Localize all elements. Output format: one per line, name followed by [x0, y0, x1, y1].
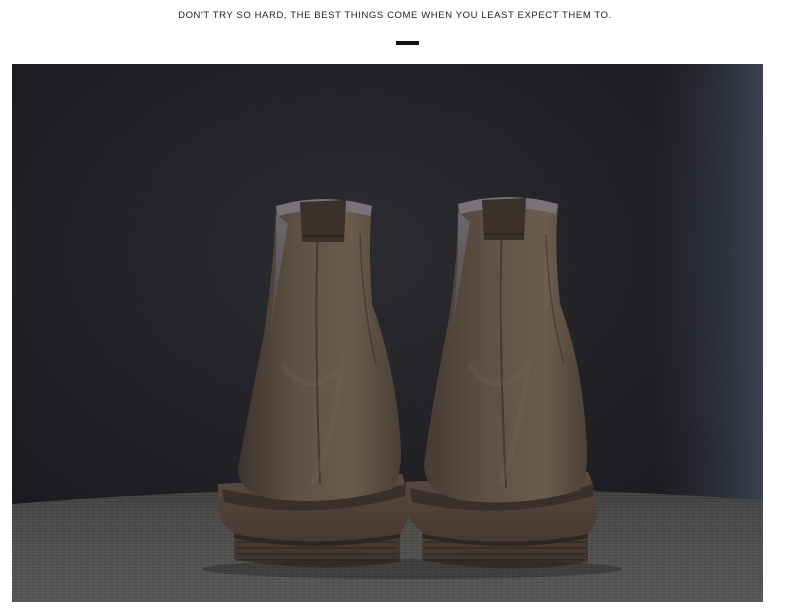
- product-photo: [12, 64, 763, 602]
- divider: [396, 41, 419, 45]
- tagline: DON'T TRY SO HARD, THE BEST THINGS COME …: [178, 10, 612, 21]
